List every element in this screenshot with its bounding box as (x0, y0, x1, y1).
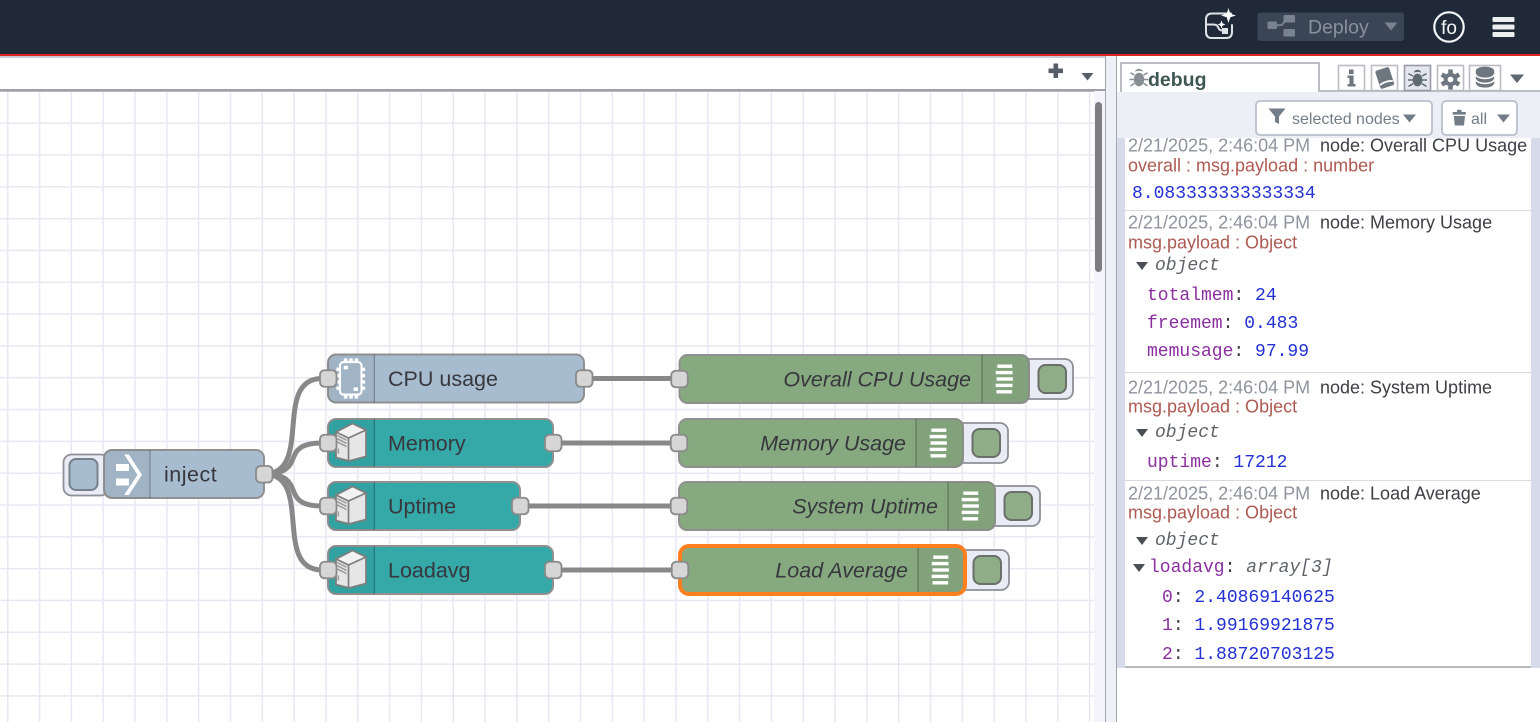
svg-text:CPU usage: CPU usage (388, 367, 498, 391)
svg-text:Overall CPU Usage: Overall CPU Usage (783, 368, 971, 392)
svg-text:Deploy: Deploy (1308, 17, 1369, 39)
svg-text:Uptime: Uptime (388, 495, 456, 519)
svg-text:selected nodes: selected nodes (1292, 111, 1400, 128)
svg-text:all: all (1471, 111, 1487, 128)
svg-text:inject: inject (164, 463, 217, 487)
svg-text:fo: fo (1441, 18, 1457, 39)
svg-text:Memory: Memory (388, 432, 466, 456)
svg-text:Memory Usage: Memory Usage (760, 432, 906, 456)
svg-text:debug: debug (1148, 69, 1207, 91)
svg-text:Loadavg: Loadavg (388, 559, 471, 583)
svg-text:System Uptime: System Uptime (792, 495, 938, 519)
svg-text:Load Average: Load Average (775, 559, 908, 583)
